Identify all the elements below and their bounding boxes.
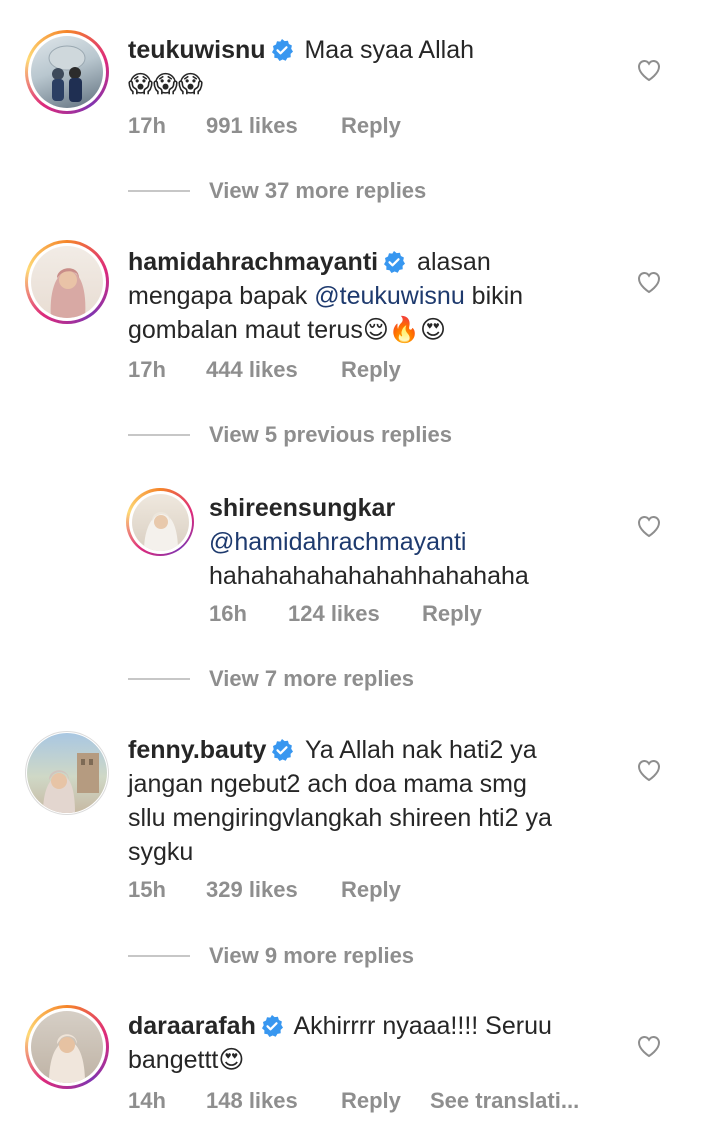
avatar-photo — [27, 733, 107, 813]
verified-badge-icon — [272, 739, 294, 761]
comment-teukuwisnu: teukuwisnu Maa syaa Allah 😱😱😱 17h 991 li… — [0, 0, 702, 160]
comment-meta: 17h 991 likes Reply — [128, 113, 401, 139]
view-previous-replies[interactable]: View 5 previous replies — [128, 422, 452, 448]
comment-meta: 15h 329 likes Reply — [128, 877, 401, 903]
view-more-replies[interactable]: View 9 more replies — [128, 943, 414, 969]
view-replies-label[interactable]: View 7 more replies — [209, 666, 414, 692]
comment-time: 17h — [128, 113, 166, 138]
reply-button[interactable]: Reply — [341, 113, 401, 139]
comment-text: Maa syaa Allah — [304, 36, 475, 64]
avatar[interactable] — [126, 488, 194, 556]
likes-count[interactable]: 148 likes — [206, 1088, 341, 1114]
avatar-photo — [31, 36, 103, 108]
comment-emoji: 😱😱😱 — [128, 70, 204, 98]
comment-meta: 16h 124 likes Reply — [209, 601, 482, 627]
avatar[interactable] — [25, 1005, 109, 1089]
comment-text: bangettt😍 — [128, 1046, 245, 1074]
comment-text: mengapa bapak — [128, 282, 315, 310]
mention-link[interactable]: @teukuwisnu — [314, 282, 464, 310]
username[interactable]: shireensungkar — [209, 494, 395, 522]
comment-text: alasan — [417, 248, 491, 276]
comment-text: sllu mengiringvlangkah shireen hti2 ya — [128, 804, 552, 832]
view-more-replies[interactable]: View 7 more replies — [128, 666, 414, 692]
comment-body: hamidahrachmayanti alasan mengapa bapak … — [128, 245, 628, 347]
comment-text: gombalan maut terus😌🔥😍 — [128, 316, 447, 344]
comment-body: fenny.bauty Ya Allah nak hati2 ya jangan… — [128, 733, 628, 869]
view-replies-label[interactable]: View 9 more replies — [209, 943, 414, 969]
comment-meta: 17h 444 likes Reply — [128, 357, 401, 383]
avatar[interactable] — [25, 30, 109, 114]
username[interactable]: teukuwisnu — [128, 36, 266, 64]
divider-line — [128, 434, 190, 436]
heart-outline-icon[interactable] — [636, 58, 662, 82]
comment-time: 16h — [209, 601, 247, 626]
comment-meta: 14h 148 likes Reply See translati... — [128, 1088, 579, 1114]
divider-line — [128, 678, 190, 680]
username[interactable]: daraarafah — [128, 1012, 256, 1040]
username[interactable]: fenny.bauty — [128, 736, 266, 764]
reply-button[interactable]: Reply — [341, 1088, 430, 1114]
view-replies-label[interactable]: View 5 previous replies — [209, 422, 452, 448]
see-translation-button[interactable]: See translati... — [430, 1088, 579, 1114]
divider-line — [128, 955, 190, 957]
heart-outline-icon[interactable] — [636, 1034, 662, 1058]
comment-text: Ya Allah nak hati2 ya — [304, 736, 537, 764]
reply-button[interactable]: Reply — [422, 601, 482, 627]
comment-text: sygku — [128, 838, 194, 866]
mention-link[interactable]: @hamidahrachmayanti — [209, 525, 629, 559]
heart-outline-icon[interactable] — [636, 270, 662, 294]
username[interactable]: hamidahrachmayanti — [128, 248, 378, 276]
likes-count[interactable]: 444 likes — [206, 357, 341, 383]
verified-badge-icon — [261, 1015, 283, 1037]
verified-badge-icon — [271, 39, 293, 61]
comment-text: hahahahahahahahhahahaha — [209, 562, 529, 590]
view-replies-label[interactable]: View 37 more replies — [209, 178, 426, 204]
comment-body: shireensungkar @hamidahrachmayanti hahah… — [209, 491, 629, 593]
divider-line — [128, 190, 190, 192]
comment-body: daraarafah Akhirrrr nyaaa!!!! Seruu bang… — [128, 1009, 628, 1077]
avatar-photo — [31, 246, 103, 318]
likes-count[interactable]: 991 likes — [206, 113, 341, 139]
comment-time: 14h — [128, 1088, 166, 1113]
verified-badge-icon — [384, 251, 406, 273]
likes-count[interactable]: 124 likes — [288, 601, 422, 627]
avatar[interactable] — [25, 731, 109, 815]
comment-time: 15h — [128, 877, 166, 902]
comment-text: bikin — [464, 282, 524, 310]
avatar-photo — [131, 493, 189, 551]
likes-count[interactable]: 329 likes — [206, 877, 341, 903]
comment-time: 17h — [128, 357, 166, 382]
avatar[interactable] — [25, 240, 109, 324]
comment-body: teukuwisnu Maa syaa Allah 😱😱😱 — [128, 33, 608, 101]
avatar-photo — [31, 1011, 103, 1083]
comment-text: jangan ngebut2 ach doa mama smg — [128, 770, 527, 798]
heart-outline-icon[interactable] — [636, 514, 662, 538]
view-more-replies[interactable]: View 37 more replies — [128, 178, 426, 204]
comment-text: Akhirrrr nyaaa!!!! Seruu — [293, 1012, 552, 1040]
heart-outline-icon[interactable] — [636, 758, 662, 782]
reply-button[interactable]: Reply — [341, 877, 401, 903]
reply-button[interactable]: Reply — [341, 357, 401, 383]
